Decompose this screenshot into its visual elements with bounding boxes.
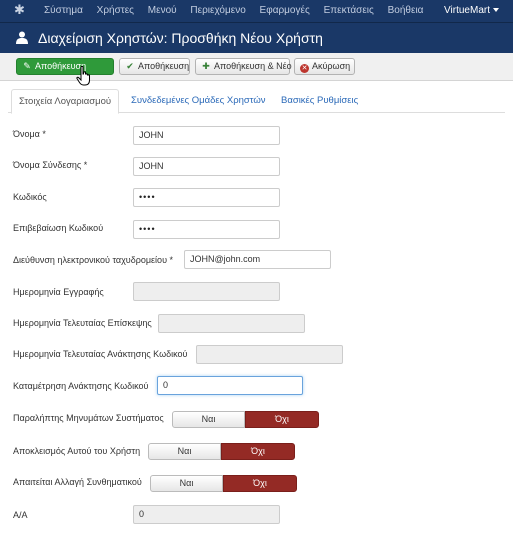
- name-label: Όνομα *: [13, 129, 46, 139]
- send-email-yes-option[interactable]: Όχι: [245, 411, 319, 428]
- tab-basic-settings[interactable]: Βασικές Ρυθμίσεις: [281, 89, 358, 114]
- virtuemart-menu[interactable]: VirtueMart: [444, 5, 499, 16]
- block-user-no-option[interactable]: Ναι: [148, 443, 221, 460]
- menu-item-users[interactable]: Χρήστες: [97, 5, 134, 16]
- register-date-field: [133, 282, 280, 301]
- block-user-label: Αποκλεισμός Αυτού του Χρήστη: [13, 446, 141, 456]
- password-confirm-field[interactable]: ••••: [133, 220, 280, 239]
- cancel-button[interactable]: ✕ Ακύρωση: [294, 58, 355, 75]
- save-close-button-label: Αποθήκευση: [138, 61, 190, 71]
- reset-count-label: Καταμέτρηση Ανάκτησης Κωδικού: [13, 381, 149, 391]
- password-confirm-label: Επιβεβαίωση Κωδικού: [13, 223, 104, 233]
- require-reset-label: Απαιτείται Αλλαγή Συνθηματικού: [13, 477, 142, 487]
- block-user-yes-option[interactable]: Όχι: [221, 443, 295, 460]
- save-new-button-label: Αποθήκευση & Νέο: [214, 61, 292, 71]
- check-icon: ✔: [126, 61, 134, 71]
- hand-cursor-icon: [76, 66, 90, 86]
- email-field[interactable]: JOHN@john.com: [184, 250, 331, 269]
- edit-icon: ✎: [23, 61, 31, 71]
- password-field[interactable]: ••••: [133, 188, 280, 207]
- joomla-icon[interactable]: ✱: [14, 4, 30, 18]
- tab-bar: Στοιχεία Λογαριασμού Συνδεδεμένες Ομάδες…: [8, 89, 505, 114]
- last-visit-label: Ημερομηνία Τελευταίας Επίσκεψης: [13, 318, 152, 328]
- plus-icon: ✚: [202, 61, 210, 71]
- name-field[interactable]: JOHN: [133, 126, 280, 145]
- block-user-toggle: Ναι Όχι: [148, 443, 296, 460]
- menu-item-system[interactable]: Σύστημα: [44, 5, 83, 16]
- menu-item-extensions[interactable]: Επεκτάσεις: [324, 5, 374, 16]
- menu-item-menus[interactable]: Μενού: [148, 5, 177, 16]
- top-nav: ✱ Σύστημα Χρήστες Μενού Περιεχόμενο Εφαρ…: [0, 0, 513, 23]
- password-label: Κωδικός: [13, 192, 47, 202]
- save-button[interactable]: ✎ Αποθήκευση: [16, 58, 114, 75]
- save-new-button[interactable]: ✚ Αποθήκευση & Νέο: [195, 58, 292, 75]
- tab-assigned-groups[interactable]: Συνδεδεμένες Ομάδες Χρηστών: [131, 89, 266, 114]
- send-email-toggle: Ναι Όχι: [172, 411, 320, 428]
- email-label: Διεύθυνση ηλεκτρονικού ταχυδρομείου *: [13, 255, 173, 265]
- last-reset-field: [196, 345, 343, 364]
- cancel-icon: ✕: [300, 64, 309, 73]
- page-title: Διαχείριση Χρηστών: Προσθήκη Νέου Χρήστη: [38, 30, 323, 46]
- id-field: 0: [133, 505, 280, 524]
- id-label: Α/Α: [13, 510, 28, 520]
- register-date-label: Ημερομηνία Εγγραφής: [13, 287, 104, 297]
- username-label: Όνομα Σύνδεσης *: [13, 160, 88, 170]
- send-email-label: Παραλήπτης Μηνυμάτων Συστήματος: [13, 413, 164, 423]
- reset-count-field[interactable]: 0: [157, 376, 303, 395]
- require-reset-no-option[interactable]: Ναι: [150, 475, 223, 492]
- send-email-no-option[interactable]: Ναι: [172, 411, 245, 428]
- chevron-down-icon: [493, 8, 499, 13]
- user-icon: [16, 31, 28, 44]
- last-visit-field: [158, 314, 305, 333]
- require-reset-toggle: Ναι Όχι: [150, 475, 298, 492]
- menu-item-content[interactable]: Περιεχόμενο: [190, 5, 245, 16]
- menu-item-help[interactable]: Βοήθεια: [388, 5, 424, 16]
- menu-item-components[interactable]: Εφαρμογές: [260, 5, 310, 16]
- save-close-button[interactable]: ✔ Αποθήκευση: [119, 58, 190, 75]
- virtuemart-label: VirtueMart: [444, 5, 490, 16]
- require-reset-yes-option[interactable]: Όχι: [223, 475, 297, 492]
- username-field[interactable]: JOHN: [133, 157, 280, 176]
- cancel-button-label: Ακύρωση: [312, 61, 351, 71]
- last-reset-label: Ημερομηνία Τελευταίας Ανάκτησης Κωδικού: [13, 349, 188, 359]
- tab-account-details[interactable]: Στοιχεία Λογαριασμού: [11, 89, 120, 114]
- page-header: Διαχείριση Χρηστών: Προσθήκη Νέου Χρήστη: [0, 23, 513, 53]
- main-menu: Σύστημα Χρήστες Μενού Περιεχόμενο Εφαρμο…: [44, 5, 434, 16]
